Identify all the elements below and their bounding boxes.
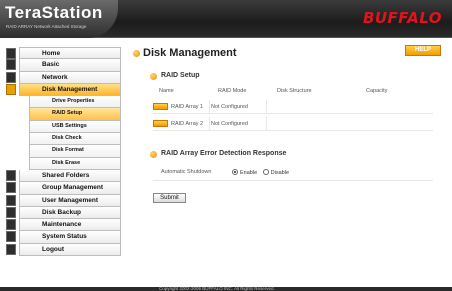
sidebar-item-system-status[interactable]: System Status: [6, 231, 121, 244]
radio-button-unchecked[interactable]: [262, 169, 269, 175]
logo: TeraStation RAID ARRAY Network Attached …: [0, 0, 118, 38]
automatic-shutdown-label: Automatic Shutdown: [161, 169, 212, 175]
home-icon: [6, 48, 16, 59]
raid-array-icon: [153, 120, 168, 127]
radio-disable-label: Disable: [270, 170, 290, 177]
column-header-disk-structure: Disk Structure: [277, 88, 312, 94]
sidebar-subitem-label: Disk Check: [52, 135, 82, 142]
sidebar-item-disk-management[interactable]: Disk Management: [6, 83, 121, 97]
basic-settings-icon: [6, 59, 16, 71]
raid-array-link[interactable]: RAID Array 1: [153, 103, 203, 110]
logout-icon: [6, 243, 16, 255]
logo-title: TeraStation: [5, 3, 103, 22]
sidebar-item-basic[interactable]: Basic: [6, 59, 121, 72]
sidebar-item-label: Disk Management: [42, 85, 98, 93]
brand-logo: BUFFALO: [362, 9, 442, 27]
sidebar-subitem-drive-properties[interactable]: Drive Properties: [29, 96, 121, 109]
sidebar-item-label: Home: [42, 50, 61, 57]
help-button[interactable]: HELP: [405, 45, 441, 56]
sidebar-item-logout[interactable]: Logout: [6, 243, 121, 257]
sidebar-item-label: Maintenance: [42, 221, 82, 229]
sidebar-item-label: Shared Folders: [42, 171, 90, 179]
sidebar-item-network[interactable]: Network: [6, 71, 121, 84]
raid-array-icon: [153, 103, 168, 110]
sidebar-item-label: System Status: [42, 233, 87, 241]
raid-table-header: Name RAID Mode Disk Structure Capacity: [153, 87, 433, 97]
column-header-raid-mode: RAID Mode: [218, 88, 247, 94]
sidebar-subitem-label: RAID Setup: [52, 110, 83, 117]
sidebar-nav: Home Basic Network Disk Management Drive…: [6, 47, 121, 257]
sidebar-subitem-disk-check[interactable]: Disk Check: [29, 133, 121, 146]
raid-array-link[interactable]: RAID Array 2: [153, 120, 203, 127]
disk-backup-icon: [6, 206, 16, 218]
user-management-icon: [6, 194, 16, 206]
automatic-shutdown-options: Enable Disable: [232, 169, 293, 177]
footer-copyright: Copyright 2002-2006 BUFFALO INC. All Rig…: [159, 286, 275, 291]
raid-mode-value: Not Configured: [211, 104, 248, 110]
sidebar-subitem-disk-format[interactable]: Disk Format: [29, 145, 121, 158]
sidebar-subitem-usb-settings[interactable]: USB Settings: [29, 120, 121, 134]
section-bullet-icon: [150, 73, 157, 80]
sidebar-item-user-management[interactable]: User Management: [6, 194, 121, 207]
submit-button[interactable]: Submit: [153, 193, 186, 203]
cell-divider: [209, 100, 210, 114]
sidebar-item-label: Logout: [42, 245, 65, 253]
sidebar-item-home[interactable]: Home: [6, 47, 121, 60]
system-status-icon: [6, 231, 16, 243]
table-row[interactable]: RAID Array 1 Not Configured: [153, 100, 433, 114]
section-bullet-icon: [150, 151, 157, 158]
radio-enable-label: Enable: [240, 170, 258, 177]
header-bar: TeraStation RAID ARRAY Network Attached …: [0, 0, 452, 38]
section-title-raid-setup: RAID Setup: [161, 72, 200, 79]
shared-folders-icon: [6, 169, 16, 181]
cell-divider: [266, 117, 267, 131]
raid-mode-value: Not Configured: [211, 121, 248, 127]
raid-table: Name RAID Mode Disk Structure Capacity R…: [153, 87, 433, 131]
column-header-name: Name: [159, 88, 174, 94]
sidebar-item-label: Network: [42, 73, 68, 81]
sidebar-item-label: User Management: [42, 196, 98, 204]
sidebar-subitem-raid-setup[interactable]: RAID Setup: [29, 108, 121, 121]
section-title-error-detection: RAID Array Error Detection Response: [161, 150, 287, 157]
radio-disable[interactable]: Disable: [262, 169, 290, 177]
raid-array-name: RAID Array 1: [171, 103, 204, 110]
sidebar-item-label: Group Management: [42, 184, 104, 192]
sidebar-subitem-label: Disk Erase: [52, 159, 81, 166]
sidebar-subitem-label: Drive Properties: [52, 98, 95, 105]
column-header-capacity: Capacity: [366, 88, 388, 94]
cell-divider: [266, 100, 267, 114]
sidebar: Home Basic Network Disk Management Drive…: [0, 38, 124, 287]
sidebar-item-label: Basic: [42, 61, 60, 69]
radio-enable[interactable]: Enable: [232, 169, 259, 177]
table-row[interactable]: RAID Array 2 Not Configured: [153, 117, 433, 131]
radio-button-checked[interactable]: [232, 169, 238, 175]
divider: [153, 180, 433, 181]
sidebar-item-shared-folders[interactable]: Shared Folders: [6, 169, 121, 183]
title-bullet-icon: [133, 50, 140, 57]
sidebar-item-label: Disk Backup: [42, 208, 82, 216]
sidebar-subitem-disk-erase[interactable]: Disk Erase: [29, 157, 121, 170]
sidebar-item-group-management[interactable]: Group Management: [6, 182, 121, 195]
sidebar-item-maintenance[interactable]: Maintenance: [6, 219, 121, 232]
sidebar-item-disk-backup[interactable]: Disk Backup: [6, 206, 121, 220]
main-content: Disk Management HELP RAID Setup Name RAI…: [124, 38, 452, 287]
logo-subtitle: RAID ARRAY Network Attached Storage: [6, 24, 87, 29]
cell-divider: [209, 117, 210, 131]
network-icon: [6, 71, 16, 83]
maintenance-icon: [6, 219, 16, 231]
sidebar-subitem-label: Disk Format: [52, 147, 84, 154]
sidebar-subitem-label: USB Settings: [52, 122, 87, 129]
disk-management-icon: [6, 83, 16, 95]
raid-array-name: RAID Array 2: [171, 120, 204, 127]
page-title: Disk Management: [143, 47, 237, 59]
group-management-icon: [6, 182, 16, 194]
